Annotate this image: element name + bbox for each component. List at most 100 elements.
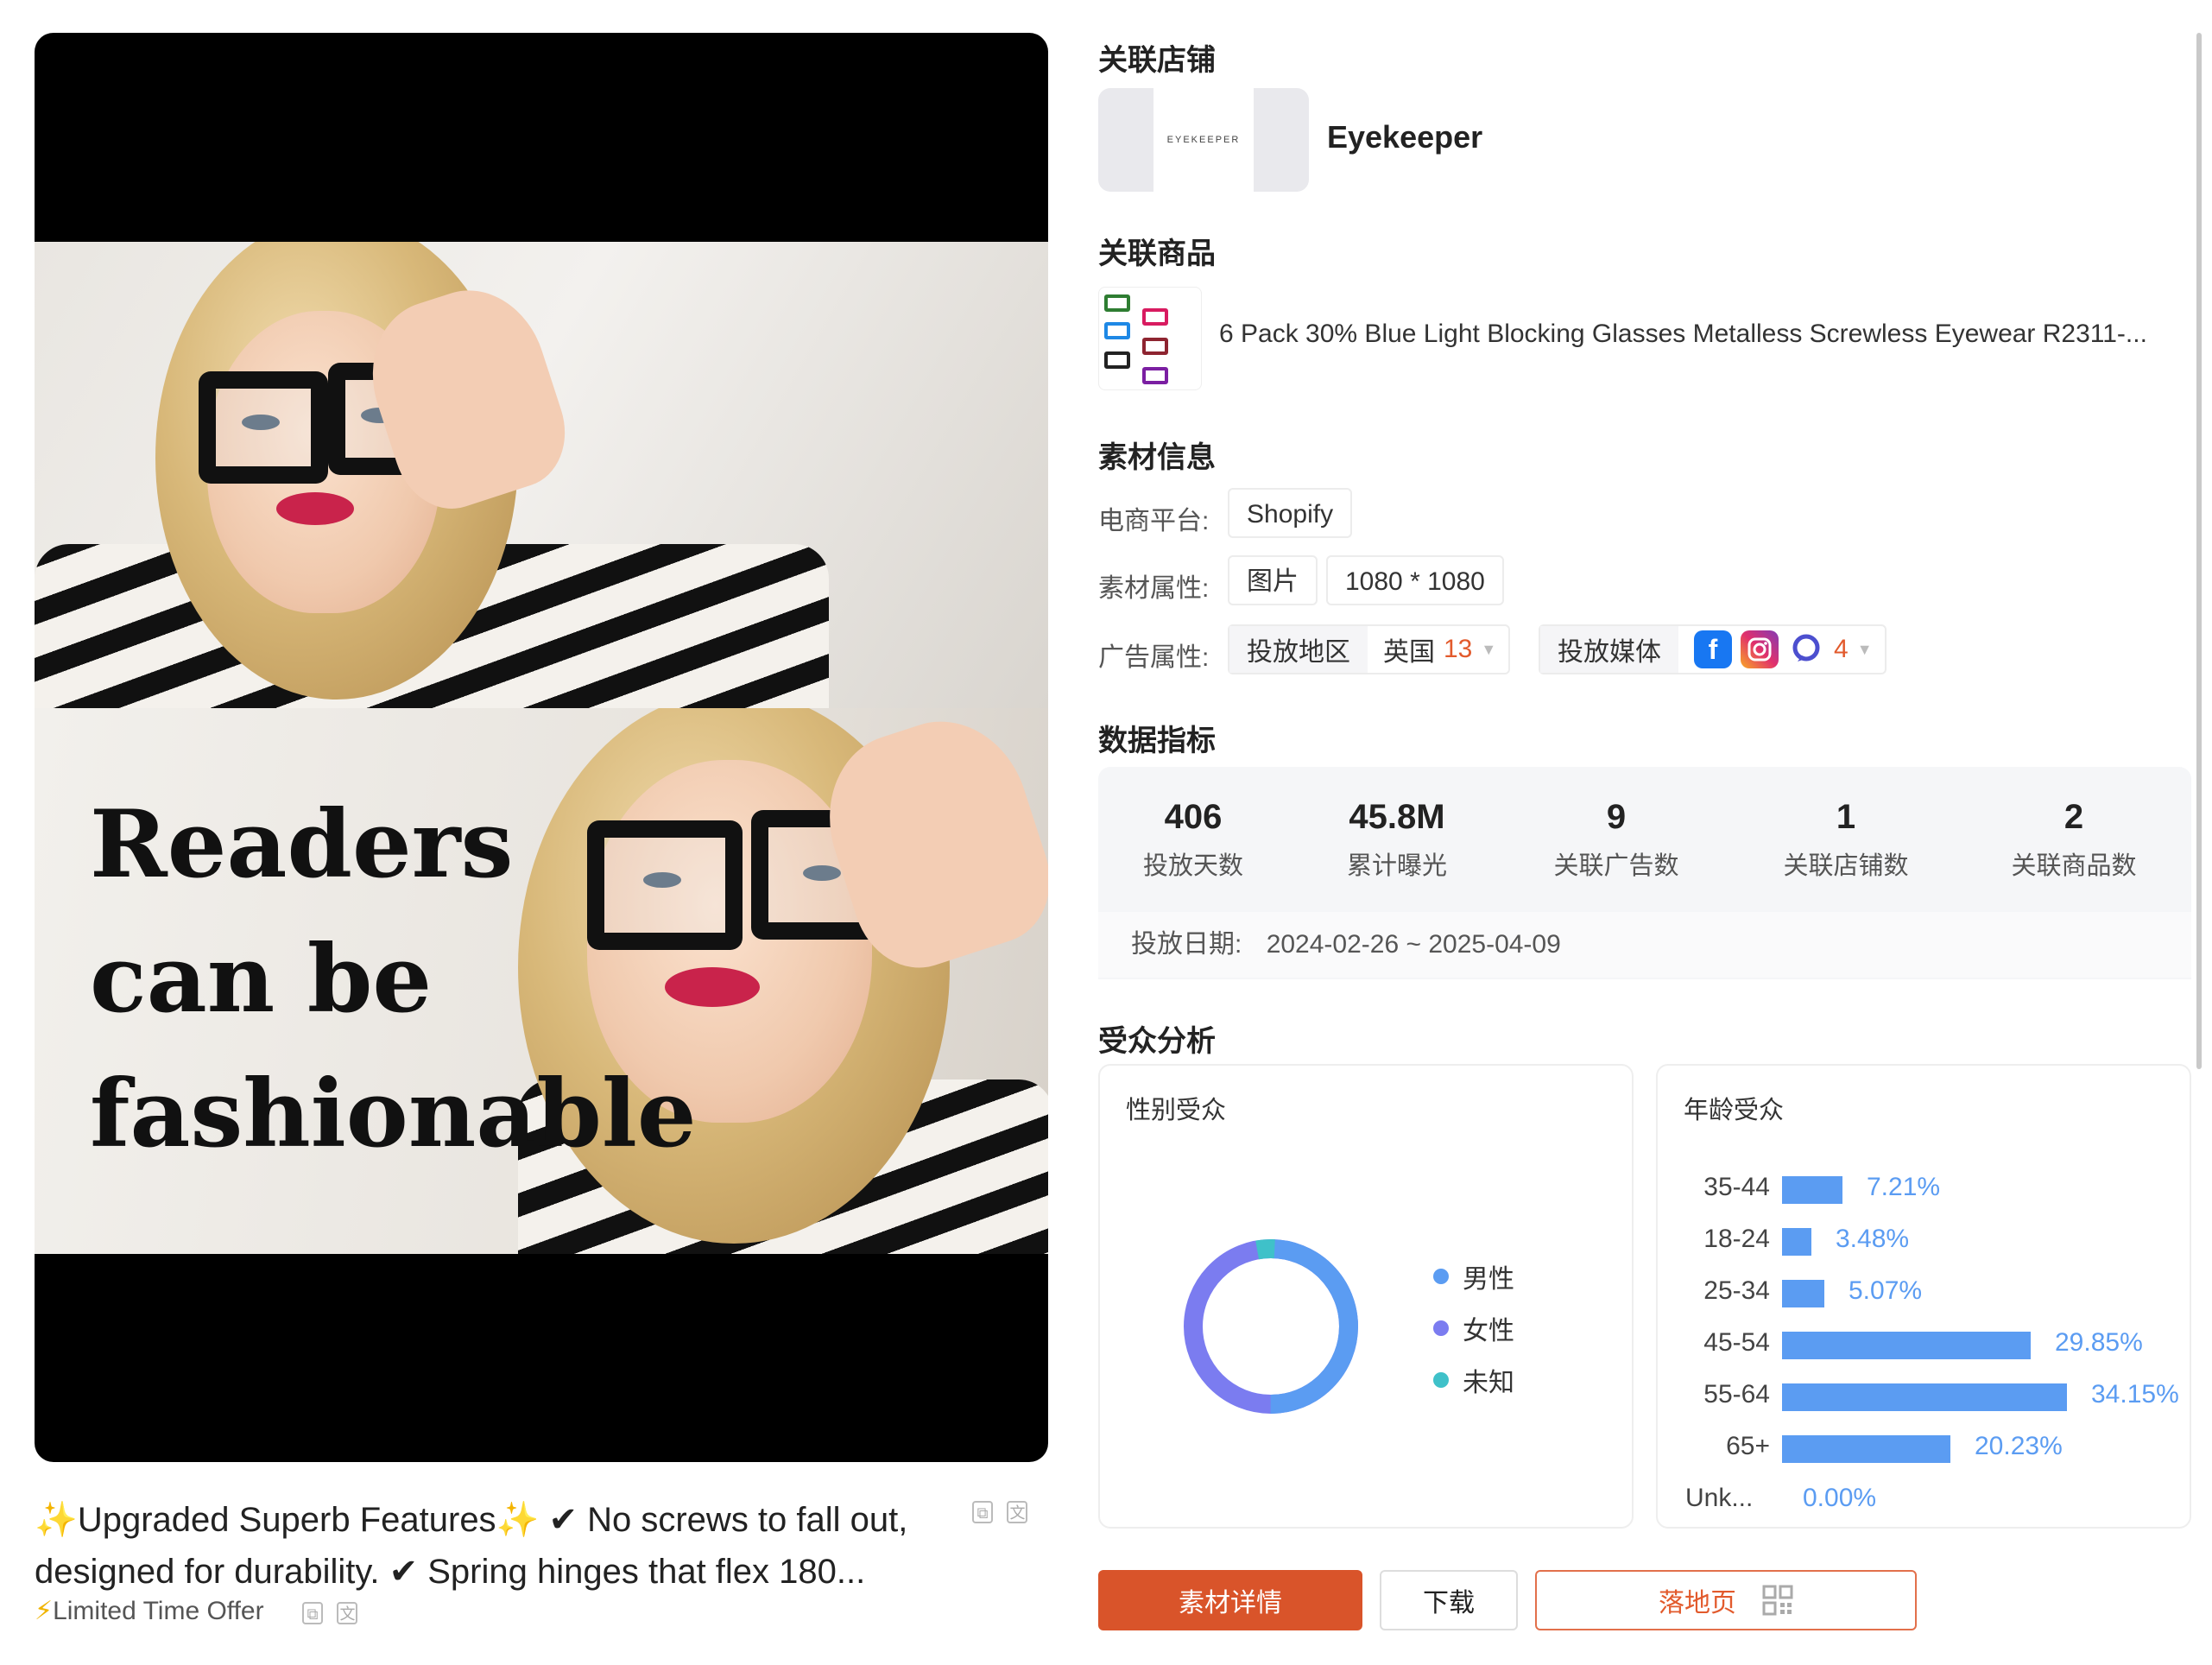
age-value: 29.85% xyxy=(2055,1328,2143,1357)
sparkle-icon: ✨ xyxy=(496,1501,540,1539)
glasses-icon xyxy=(1104,351,1130,369)
age-value: 7.21% xyxy=(1867,1173,1941,1201)
legend-unknown: 未知 xyxy=(1433,1361,1514,1399)
overlay-line: fashionable xyxy=(90,1060,697,1168)
legend-female: 女性 xyxy=(1433,1309,1514,1347)
age-card-title: 年龄受众 xyxy=(1684,1097,1785,1124)
region-value-wrap: 英国 13 ▼ xyxy=(1368,630,1508,668)
media-count: 4 xyxy=(1834,635,1849,663)
download-button[interactable]: 下载 xyxy=(1380,1570,1518,1630)
store-logo-text: EYEKEEPER xyxy=(1153,88,1254,192)
audience-section-title: 受众分析 xyxy=(1098,1025,1216,1058)
caret-down-icon: ▼ xyxy=(1481,640,1497,658)
material-type-tag: 图片 xyxy=(1228,555,1318,605)
platform-label: 电商平台: xyxy=(1098,507,1210,535)
store-name[interactable]: Eyekeeper xyxy=(1327,119,1482,155)
age-label: 35-44 xyxy=(1703,1173,1770,1201)
caption-text: Upgraded Superb Features xyxy=(77,1501,496,1539)
age-value: 0.00% xyxy=(1803,1484,1877,1512)
lips xyxy=(276,492,354,525)
media-dropdown[interactable]: 投放媒体 f 4 ▼ xyxy=(1539,624,1887,674)
copy-icon[interactable]: ⧉ xyxy=(972,1501,993,1523)
age-label: 55-64 xyxy=(1703,1380,1770,1409)
lightning-icon: ⚡ xyxy=(35,1597,54,1625)
eye xyxy=(242,415,280,430)
copy-icon[interactable]: ⧉ xyxy=(302,1602,323,1624)
product-thumbnail[interactable] xyxy=(1098,287,1202,390)
caption-actions: ⧉ 文 xyxy=(972,1501,1028,1523)
date-label: 投放日期: xyxy=(1131,930,1242,959)
age-label: 65+ xyxy=(1726,1432,1770,1460)
metric-impressions: 45.8M 累计曝光 xyxy=(1302,798,1492,882)
material-attr-label: 素材属性: xyxy=(1098,574,1210,603)
product-name[interactable]: 6 Pack 30% Blue Light Blocking Glasses M… xyxy=(1219,320,2190,349)
creative-overlay-text: Readers can be fashionable xyxy=(90,777,697,1181)
platform-tag: Shopify xyxy=(1228,488,1353,538)
legend-dot xyxy=(1433,1372,1449,1388)
age-value: 20.23% xyxy=(1975,1432,2063,1460)
legend-dot xyxy=(1433,1320,1449,1336)
gender-donut-chart xyxy=(1184,1239,1358,1414)
age-bar xyxy=(1782,1383,2067,1411)
offer-text: Limited Time Offer xyxy=(53,1597,264,1625)
metric-label: 关联店铺数 xyxy=(1783,852,1909,880)
metric-stores: 1 关联店铺数 xyxy=(1751,798,1941,882)
metric-value: 2 xyxy=(2063,798,2084,836)
landing-page-button[interactable]: 落地页 xyxy=(1535,1570,1917,1630)
metric-value: 406 xyxy=(1164,798,1223,836)
ad-caption: ✨Upgraded Superb Features✨ ✔ No screws t… xyxy=(35,1494,950,1598)
legend-dot xyxy=(1433,1269,1449,1284)
store-logo[interactable]: EYEKEEPER xyxy=(1098,88,1309,192)
age-label: 25-34 xyxy=(1703,1276,1770,1305)
age-bar xyxy=(1782,1435,1950,1463)
creative-photo: Readers can be fashionable xyxy=(35,242,1048,1254)
metrics-section-title: 数据指标 xyxy=(1098,725,1216,757)
glasses-icon xyxy=(1142,367,1168,384)
glasses-icon xyxy=(1142,308,1168,326)
material-section-title: 素材信息 xyxy=(1098,441,1216,474)
metric-value: 1 xyxy=(1836,798,1856,836)
scrollbar[interactable] xyxy=(2196,33,2202,1069)
age-label: Unk... xyxy=(1685,1484,1754,1512)
metric-label: 关联广告数 xyxy=(1553,852,1679,880)
translate-icon[interactable]: 文 xyxy=(1007,1501,1028,1523)
age-bar xyxy=(1782,1176,1842,1204)
age-bar xyxy=(1782,1280,1824,1307)
metric-days: 406 投放天数 xyxy=(1098,798,1288,882)
age-value: 3.48% xyxy=(1836,1225,1910,1253)
facebook-icon: f xyxy=(1694,630,1732,668)
ad-attr-label: 广告属性: xyxy=(1098,643,1210,672)
offer-line: ⚡Limited Time Offer xyxy=(35,1596,264,1626)
caret-down-icon: ▼ xyxy=(1856,640,1873,658)
age-label: 18-24 xyxy=(1703,1225,1770,1253)
product-section-title: 关联商品 xyxy=(1098,237,1216,270)
legend-label: 未知 xyxy=(1463,1369,1514,1397)
media-label: 投放媒体 xyxy=(1540,626,1678,673)
age-bar xyxy=(1782,1228,1811,1256)
donut-segment-unknown xyxy=(1184,1239,1358,1414)
glasses-icon xyxy=(1104,322,1130,339)
material-detail-button[interactable]: 素材详情 xyxy=(1098,1570,1362,1630)
glasses-icon xyxy=(1104,294,1130,312)
age-value: 34.15% xyxy=(2091,1380,2179,1409)
legend-male: 男性 xyxy=(1433,1257,1514,1295)
age-label: 45-54 xyxy=(1703,1328,1770,1357)
metric-label: 投放天数 xyxy=(1142,852,1243,880)
metric-ads: 9 关联广告数 xyxy=(1521,798,1711,882)
ad-creative-image[interactable]: Readers can be fashionable xyxy=(35,33,1048,1462)
metric-value: 9 xyxy=(1606,798,1627,836)
legend-label: 男性 xyxy=(1463,1265,1514,1294)
sparkle-icon: ✨ xyxy=(35,1501,78,1539)
translate-icon[interactable]: 文 xyxy=(337,1602,358,1624)
region-count: 13 xyxy=(1444,635,1473,663)
age-bar xyxy=(1782,1332,2031,1359)
metric-value: 45.8M xyxy=(1349,798,1445,836)
region-dropdown[interactable]: 投放地区 英国 13 ▼ xyxy=(1228,624,1511,674)
overlay-line: can be xyxy=(90,925,433,1034)
offer-actions: ⧉ 文 xyxy=(302,1602,358,1624)
gender-card: 性别受众 男性 女性 未知 xyxy=(1098,1064,1634,1529)
age-value: 5.07% xyxy=(1849,1276,1923,1305)
region-value: 英国 xyxy=(1383,638,1435,667)
qr-code-icon[interactable] xyxy=(1762,1585,1793,1616)
metric-label: 累计曝光 xyxy=(1346,852,1447,880)
